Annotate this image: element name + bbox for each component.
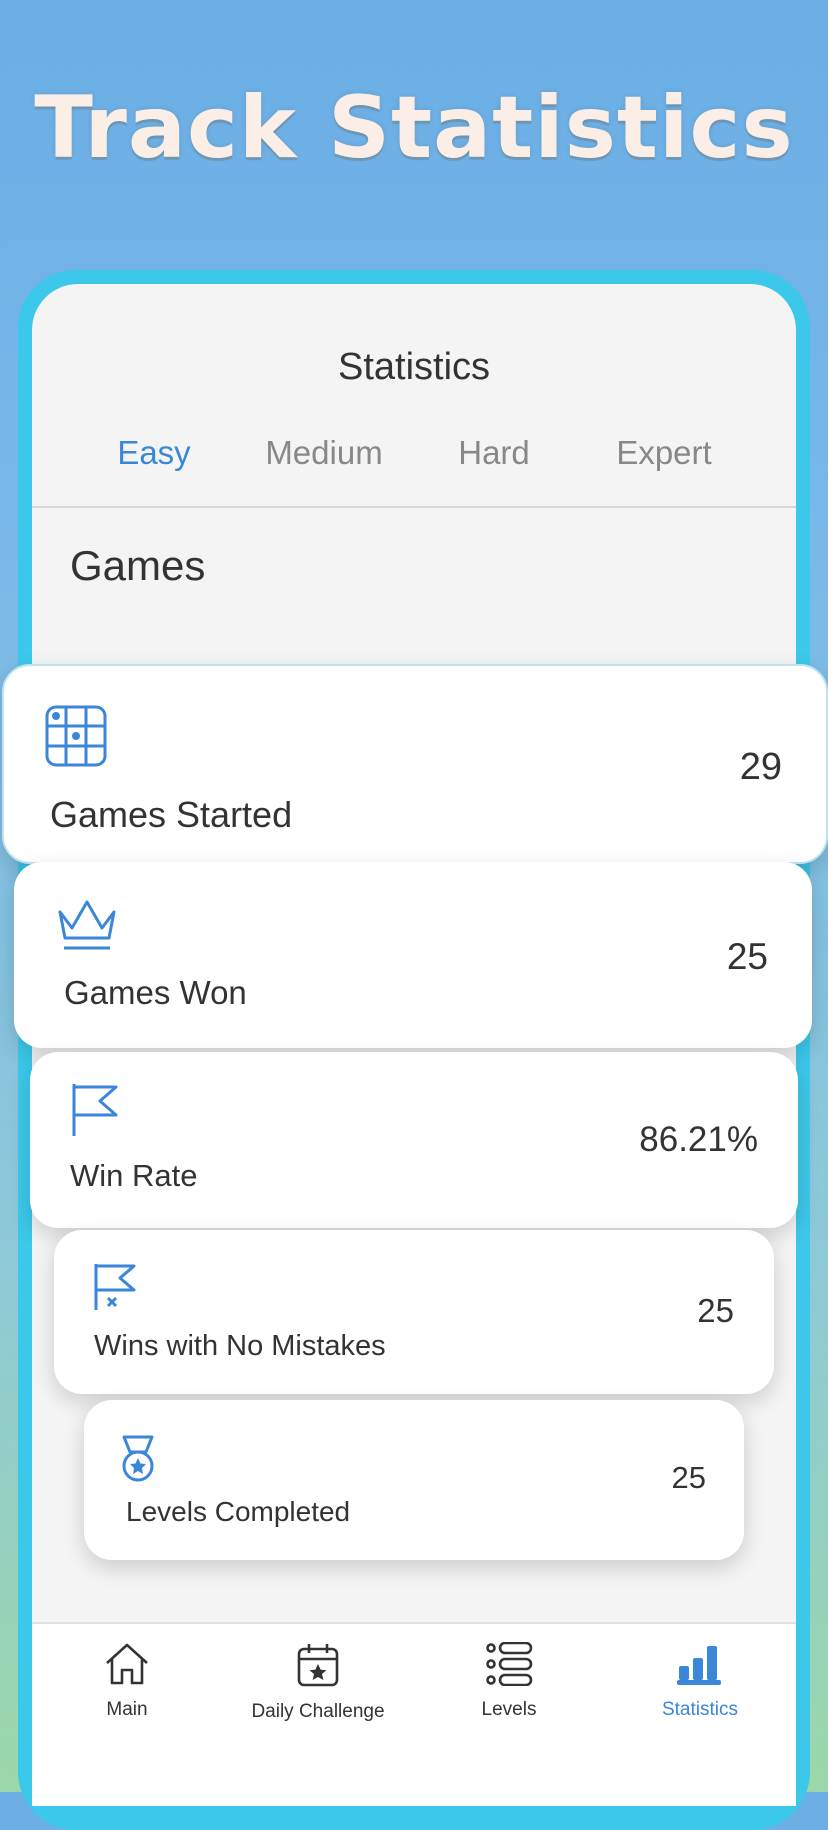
nav-item-daily-challenge[interactable]: Daily Challenge — [223, 1642, 413, 1723]
stat-card-levels-completed: Levels Completed 25 — [84, 1400, 744, 1560]
stat-label: Win Rate — [70, 1158, 198, 1193]
nav-item-levels[interactable]: Levels — [414, 1641, 604, 1721]
stat-value: 29 — [739, 746, 782, 788]
medal-icon — [120, 1434, 156, 1489]
headline: Track Statistics — [34, 78, 794, 178]
home-icon — [32, 1642, 222, 1691]
flag-x-icon — [92, 1262, 138, 1317]
stat-value: 25 — [671, 1460, 706, 1495]
grid-icon — [44, 704, 108, 773]
stat-value: 86.21% — [639, 1120, 758, 1159]
bottom-nav: Main Daily Challenge Levels Statistics — [32, 1622, 796, 1806]
list-icon — [414, 1641, 604, 1691]
flag-icon — [70, 1082, 120, 1143]
stat-value: 25 — [697, 1292, 734, 1329]
tab-expert[interactable]: Expert — [579, 434, 749, 472]
tab-easy[interactable]: Easy — [69, 434, 239, 472]
stat-label: Wins with No Mistakes — [94, 1330, 386, 1362]
section-title-games: Games — [70, 542, 206, 589]
calendar-star-icon — [223, 1642, 413, 1693]
stat-label: Games Won — [64, 974, 247, 1011]
difficulty-tabs: Easy Medium Hard Expert — [32, 434, 796, 484]
tab-medium[interactable]: Medium — [239, 434, 409, 472]
page-title: Statistics — [337, 346, 491, 388]
nav-label: Daily Challenge — [251, 1701, 385, 1722]
stat-card-wins-no-mistakes: Wins with No Mistakes 25 — [54, 1230, 774, 1394]
crown-icon — [56, 898, 118, 957]
nav-label: Statistics — [661, 1699, 739, 1720]
nav-item-statistics[interactable]: Statistics — [605, 1642, 795, 1721]
tabs-divider — [32, 506, 796, 508]
stat-label: Levels Completed — [126, 1496, 351, 1527]
nav-label: Main — [106, 1699, 148, 1720]
nav-label: Levels — [481, 1699, 537, 1720]
tab-hard[interactable]: Hard — [409, 434, 579, 472]
stat-card-win-rate: Win Rate 86.21% — [30, 1052, 798, 1228]
stat-value: 25 — [726, 936, 768, 977]
bar-chart-icon — [605, 1642, 795, 1691]
stat-label: Games Started — [50, 794, 293, 835]
nav-item-main[interactable]: Main — [32, 1642, 222, 1721]
stat-card-games-started: Games Started 29 — [2, 664, 828, 864]
stat-card-games-won: Games Won 25 — [14, 862, 812, 1048]
